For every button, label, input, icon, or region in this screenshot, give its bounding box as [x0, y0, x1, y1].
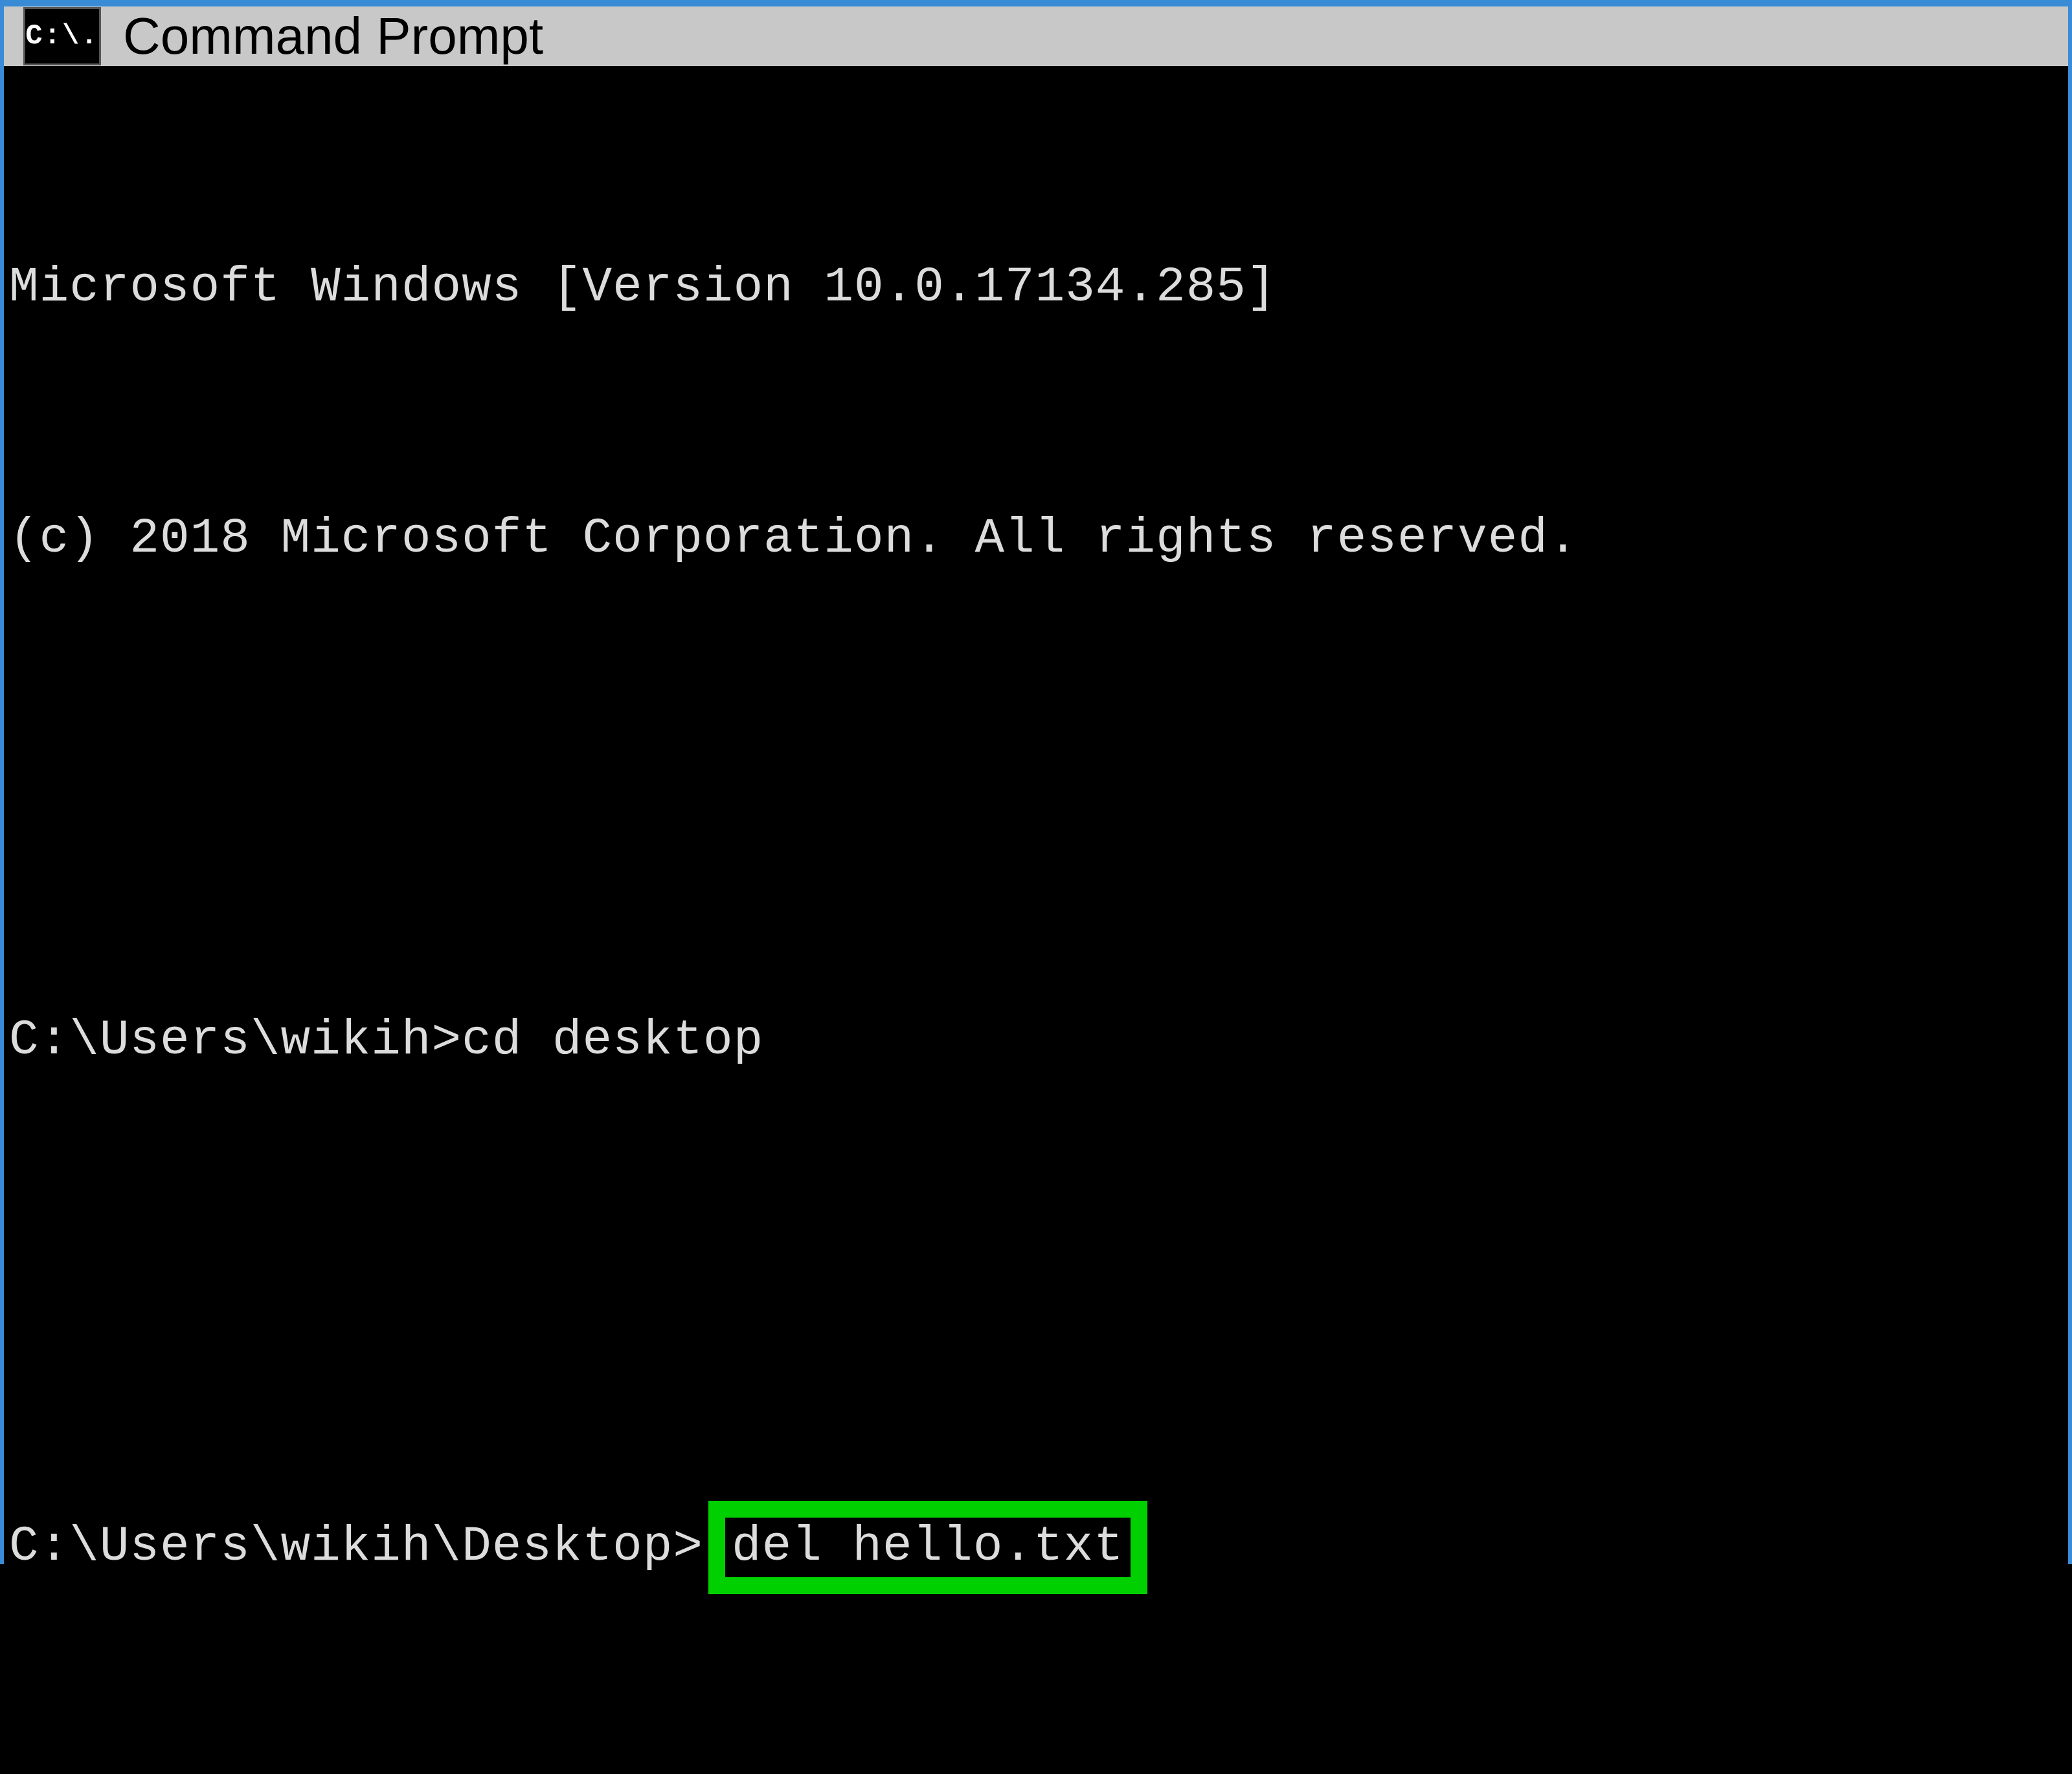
blank-line — [9, 748, 2063, 832]
blank-line — [9, 1250, 2063, 1334]
copyright-line: (c) 2018 Microsoft Corporation. All righ… — [9, 497, 2063, 581]
titlebar[interactable]: C:\. Command Prompt — [4, 6, 2068, 66]
terminal-output[interactable]: Microsoft Windows [Version 10.0.17134.28… — [4, 66, 2068, 1774]
command-prompt-window: C:\. Command Prompt Microsoft Windows [V… — [0, 0, 2072, 1564]
highlighted-command: del hello.txt — [708, 1501, 1147, 1594]
prompt-cd-line: C:\Users\wikih>cd desktop — [9, 999, 2063, 1083]
command-text: del hello.txt — [732, 1519, 1124, 1575]
icon-text: C:\. — [25, 20, 99, 52]
command-prompt-icon: C:\. — [23, 7, 101, 65]
prompt-del-line: C:\Users\wikih\Desktop> del hello.txt — [9, 1501, 2063, 1594]
version-line: Microsoft Windows [Version 10.0.17134.28… — [9, 246, 2063, 330]
window-title: Command Prompt — [123, 6, 543, 66]
prompt-prefix: C:\Users\wikih\Desktop> — [9, 1505, 703, 1589]
